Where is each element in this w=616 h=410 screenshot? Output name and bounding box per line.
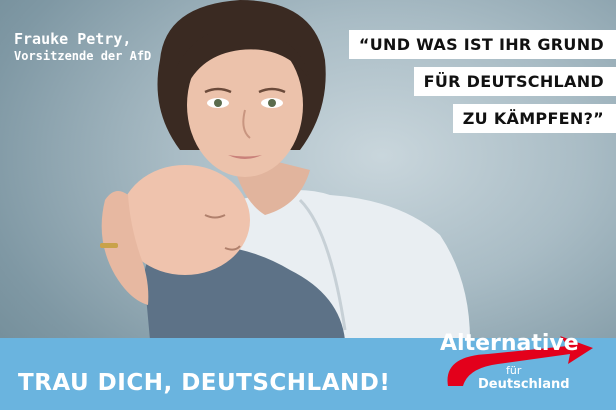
person-role: Vorsitzende der AfD xyxy=(14,48,152,63)
quote-line-3: ZU KÄMPFEN?” xyxy=(452,104,616,133)
logo-word-deutschland: Deutschland xyxy=(478,377,570,392)
party-logo: Alternative für Deutschland xyxy=(440,331,593,392)
quote-line-1: “UND WAS IST IHR GRUND xyxy=(348,30,616,59)
logo-word-fuer: für xyxy=(506,364,522,377)
slogan: TRAU DICH, DEUTSCHLAND! xyxy=(18,370,391,396)
logo-word-alternative: Alternative xyxy=(440,331,579,356)
quote-line-2: FÜR DEUTSCHLAND xyxy=(413,67,616,96)
campaign-poster: Frauke Petry, Vorsitzende der AfD “UND W… xyxy=(0,0,616,410)
person-name: Frauke Petry, xyxy=(14,30,132,48)
person-caption: Frauke Petry, Vorsitzende der AfD xyxy=(14,30,151,64)
